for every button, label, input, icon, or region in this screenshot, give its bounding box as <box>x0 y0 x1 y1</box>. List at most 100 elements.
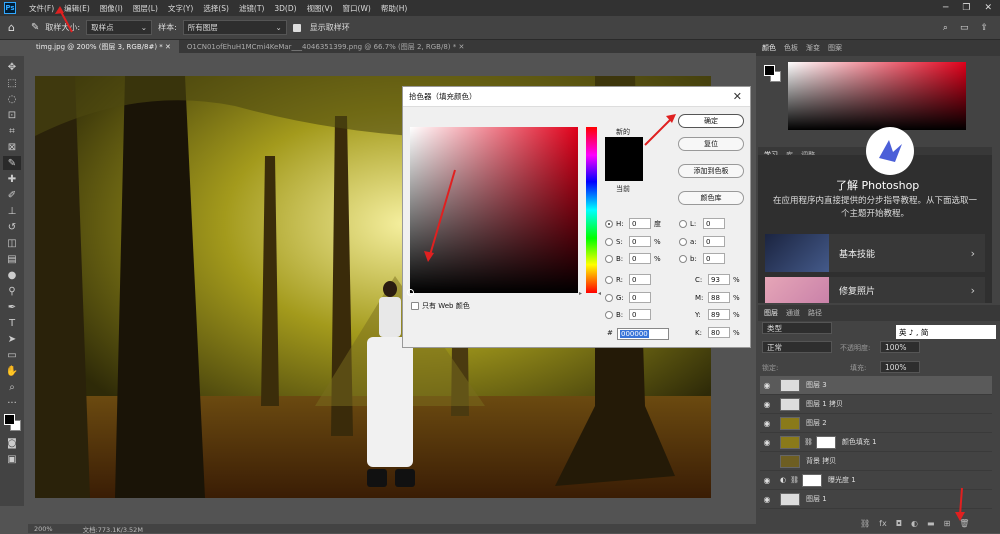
ok-button[interactable]: 确定 <box>678 114 744 128</box>
quick-select-tool-icon[interactable]: ⊡ <box>3 108 21 122</box>
tab-channels[interactable]: 通道 <box>786 308 800 318</box>
eraser-tool-icon[interactable]: ◫ <box>3 236 21 250</box>
tab-paths[interactable]: 路径 <box>808 308 822 318</box>
move-tool-icon[interactable]: ✥ <box>3 60 21 74</box>
link-layers-icon[interactable]: ⛓ <box>860 519 870 528</box>
search-icon[interactable]: ⌕ <box>943 23 948 33</box>
g-radio[interactable] <box>605 293 613 302</box>
h-radio[interactable] <box>605 219 613 228</box>
b-input[interactable]: 0 <box>629 253 651 264</box>
layer-row[interactable]: ◉ 图层 3 <box>760 376 992 395</box>
y-input[interactable]: 89 <box>708 309 730 320</box>
s-radio[interactable] <box>605 237 613 246</box>
menu-edit[interactable]: 编辑(E) <box>59 3 95 14</box>
fg-bg-colors[interactable] <box>2 412 22 434</box>
menu-image[interactable]: 图像(I) <box>95 3 128 14</box>
menu-file[interactable]: 文件(F) <box>24 3 59 14</box>
restore-icon[interactable]: ❐ <box>962 3 970 13</box>
r-radio[interactable] <box>605 275 613 284</box>
lab-b-radio[interactable] <box>679 254 687 263</box>
menu-layer[interactable]: 图层(L) <box>128 3 163 14</box>
m-input[interactable]: 88 <box>708 292 730 303</box>
share-icon[interactable]: ⇪ <box>980 23 988 33</box>
fx-icon[interactable]: fx <box>879 519 887 528</box>
menu-3d[interactable]: 3D(D) <box>269 4 301 13</box>
layer-row[interactable]: ◉ 图层 1 拷贝 <box>760 395 992 414</box>
add-mask-icon[interactable]: ◘ <box>896 519 902 528</box>
close-icon[interactable]: ✕ <box>984 3 992 13</box>
tab-png[interactable]: O1CN01ofEhuH1MCmi4KeMar___4046351399.png… <box>179 40 472 53</box>
blend-mode-select[interactable]: 正常 <box>762 341 832 353</box>
a-input[interactable]: 0 <box>703 236 725 247</box>
layer-filter-select[interactable]: 类型 <box>762 322 832 334</box>
r-input[interactable]: 0 <box>629 274 651 285</box>
eyedropper-icon[interactable]: ✎ <box>31 22 39 33</box>
stamp-tool-icon[interactable]: ⊥ <box>3 204 21 218</box>
hex-input[interactable]: 000000 <box>617 328 669 340</box>
b-radio[interactable] <box>605 254 613 263</box>
eyedropper-tool-icon[interactable]: ✎ <box>3 156 21 170</box>
eye-icon[interactable]: ◉ <box>760 381 774 390</box>
dodge-tool-icon[interactable]: ⚲ <box>3 284 21 298</box>
blue-input[interactable]: 0 <box>629 309 651 320</box>
menu-view[interactable]: 视图(V) <box>302 3 338 14</box>
panel-color-field[interactable] <box>788 62 966 130</box>
opacity-input[interactable]: 100% <box>880 341 920 353</box>
fill-input[interactable]: 100% <box>880 361 920 373</box>
color-field[interactable] <box>407 127 578 296</box>
add-to-swatches-button[interactable]: 添加到色板 <box>678 164 744 178</box>
crop-tool-icon[interactable]: ⌗ <box>3 124 21 138</box>
eye-icon[interactable]: ◉ <box>760 495 774 504</box>
rectangle-tool-icon[interactable]: ▭ <box>3 348 21 362</box>
eye-icon[interactable]: ◉ <box>760 419 774 428</box>
menu-help[interactable]: 帮助(H) <box>376 3 413 14</box>
more-tools-icon[interactable]: ··· <box>3 396 21 410</box>
sample-select[interactable]: 所有图层 ⌄ <box>182 20 287 35</box>
gradient-tool-icon[interactable]: ▤ <box>3 252 21 266</box>
color-libraries-button[interactable]: 颜色库 <box>678 191 744 205</box>
c-input[interactable]: 93 <box>708 274 730 285</box>
g-input[interactable]: 0 <box>629 292 651 303</box>
layer-row[interactable]: ◉ ⛓ 颜色填充 1 <box>760 433 992 452</box>
history-brush-icon[interactable]: ↺ <box>3 220 21 234</box>
learn-card-fix-photos[interactable]: 修复照片 › <box>765 277 985 303</box>
brush-tool-icon[interactable]: ✐ <box>3 188 21 202</box>
adjustment-layer-icon[interactable]: ◐ <box>911 519 918 528</box>
trash-icon[interactable]: 🗑 <box>959 519 969 528</box>
tab-timg[interactable]: timg.jpg @ 200% (图层 3, RGB/8#) * ✕ <box>28 40 179 53</box>
k-input[interactable]: 80 <box>708 327 730 338</box>
type-tool-icon[interactable]: T <box>3 316 21 330</box>
screen-mode-icon[interactable]: ▣ <box>3 452 21 466</box>
zoom-tool-icon[interactable]: ⌕ <box>3 380 21 394</box>
menu-type[interactable]: 文字(Y) <box>163 3 198 14</box>
tab-color[interactable]: 颜色 <box>762 43 776 53</box>
hand-tool-icon[interactable]: ✋ <box>3 364 21 378</box>
layer-row[interactable]: 背景 拷贝 <box>760 452 992 471</box>
learn-card-basics[interactable]: 基本技能 › <box>765 234 985 272</box>
zoom-level[interactable]: 200% <box>34 525 53 533</box>
layer-row[interactable]: ◉ 图层 1 <box>760 490 992 509</box>
close-icon[interactable]: ✕ <box>733 90 742 103</box>
h-input[interactable]: 0 <box>629 218 651 229</box>
quick-mask-icon[interactable]: ◙ <box>3 436 21 450</box>
s-input[interactable]: 0 <box>629 236 651 247</box>
reset-button[interactable]: 复位 <box>678 137 744 151</box>
layer-row[interactable]: ◉ ◐ ⛓ 曝光度 1 <box>760 471 992 490</box>
a-radio[interactable] <box>679 237 687 246</box>
tab-layers[interactable]: 图层 <box>764 308 778 318</box>
menu-filter[interactable]: 滤镜(T) <box>234 3 269 14</box>
lasso-tool-icon[interactable]: ◌ <box>3 92 21 106</box>
menu-window[interactable]: 窗口(W) <box>338 3 376 14</box>
sample-size-select[interactable]: 取样点 ⌄ <box>86 20 153 35</box>
show-ring-checkbox[interactable] <box>292 23 301 32</box>
path-select-icon[interactable]: ➤ <box>3 332 21 346</box>
l-radio[interactable] <box>679 219 687 228</box>
healing-tool-icon[interactable]: ✚ <box>3 172 21 186</box>
hue-slider[interactable] <box>586 127 597 293</box>
panel-fg-color[interactable] <box>764 65 775 76</box>
tab-patterns[interactable]: 图案 <box>828 43 842 53</box>
eye-icon[interactable]: ◉ <box>760 438 774 447</box>
tab-gradients[interactable]: 渐变 <box>806 43 820 53</box>
layer-row[interactable]: ◉ 图层 2 <box>760 414 992 433</box>
blur-tool-icon[interactable]: ● <box>3 268 21 282</box>
